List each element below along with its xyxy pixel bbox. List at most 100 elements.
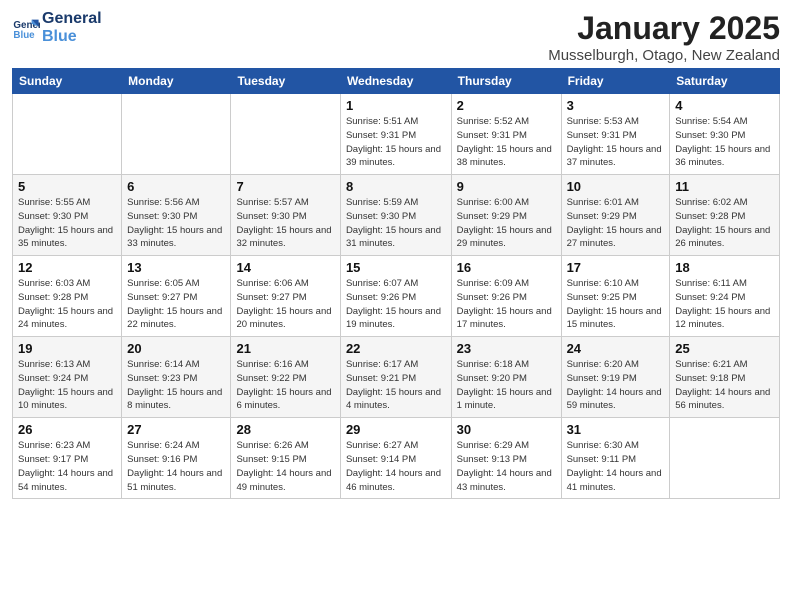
day-number: 14 [236,260,334,275]
day-number: 13 [127,260,225,275]
day-number: 19 [18,341,116,356]
day-number: 23 [457,341,556,356]
day-number: 15 [346,260,446,275]
table-row: 18 Sunrise: 6:11 AM Sunset: 9:24 PM Dayli… [670,256,780,337]
day-info: Sunrise: 5:52 AM Sunset: 9:31 PM Dayligh… [457,115,556,170]
logo-line2: Blue [42,28,102,46]
day-number: 27 [127,422,225,437]
day-number: 20 [127,341,225,356]
day-info: Sunrise: 5:59 AM Sunset: 9:30 PM Dayligh… [346,196,446,251]
logo-line1: General [42,10,102,28]
table-row: 27 Sunrise: 6:24 AM Sunset: 9:16 PM Dayli… [122,418,231,499]
day-number: 7 [236,179,334,194]
header-wednesday: Wednesday [340,69,451,94]
day-info: Sunrise: 5:53 AM Sunset: 9:31 PM Dayligh… [567,115,665,170]
header-saturday: Saturday [670,69,780,94]
weekday-header-row: Sunday Monday Tuesday Wednesday Thursday… [13,69,780,94]
day-info: Sunrise: 5:54 AM Sunset: 9:30 PM Dayligh… [675,115,774,170]
table-row: 28 Sunrise: 6:26 AM Sunset: 9:15 PM Dayli… [231,418,340,499]
day-number: 10 [567,179,665,194]
week-row-5: 26 Sunrise: 6:23 AM Sunset: 9:17 PM Dayli… [13,418,780,499]
day-info: Sunrise: 6:10 AM Sunset: 9:25 PM Dayligh… [567,277,665,332]
day-number: 1 [346,98,446,113]
table-row: 17 Sunrise: 6:10 AM Sunset: 9:25 PM Dayli… [561,256,670,337]
day-info: Sunrise: 6:07 AM Sunset: 9:26 PM Dayligh… [346,277,446,332]
day-info: Sunrise: 6:20 AM Sunset: 9:19 PM Dayligh… [567,358,665,413]
table-row [231,94,340,175]
day-number: 16 [457,260,556,275]
table-row: 15 Sunrise: 6:07 AM Sunset: 9:26 PM Dayli… [340,256,451,337]
day-info: Sunrise: 6:24 AM Sunset: 9:16 PM Dayligh… [127,439,225,494]
day-number: 18 [675,260,774,275]
day-info: Sunrise: 6:16 AM Sunset: 9:22 PM Dayligh… [236,358,334,413]
week-row-1: 1 Sunrise: 5:51 AM Sunset: 9:31 PM Daylig… [13,94,780,175]
table-row: 6 Sunrise: 5:56 AM Sunset: 9:30 PM Daylig… [122,175,231,256]
day-info: Sunrise: 6:30 AM Sunset: 9:11 PM Dayligh… [567,439,665,494]
header-monday: Monday [122,69,231,94]
day-info: Sunrise: 6:13 AM Sunset: 9:24 PM Dayligh… [18,358,116,413]
day-number: 21 [236,341,334,356]
day-info: Sunrise: 6:23 AM Sunset: 9:17 PM Dayligh… [18,439,116,494]
day-number: 2 [457,98,556,113]
day-info: Sunrise: 6:03 AM Sunset: 9:28 PM Dayligh… [18,277,116,332]
day-info: Sunrise: 6:26 AM Sunset: 9:15 PM Dayligh… [236,439,334,494]
day-info: Sunrise: 6:17 AM Sunset: 9:21 PM Dayligh… [346,358,446,413]
week-row-2: 5Sunrise: 5:55 AM Sunset: 9:30 PM Daylig… [13,175,780,256]
day-info: Sunrise: 6:02 AM Sunset: 9:28 PM Dayligh… [675,196,774,251]
day-number: 26 [18,422,116,437]
table-row: 14 Sunrise: 6:06 AM Sunset: 9:27 PM Dayli… [231,256,340,337]
day-number: 3 [567,98,665,113]
day-info: Sunrise: 6:27 AM Sunset: 9:14 PM Dayligh… [346,439,446,494]
day-number: 25 [675,341,774,356]
table-row: 10 Sunrise: 6:01 AM Sunset: 9:29 PM Dayli… [561,175,670,256]
table-row [13,94,122,175]
table-row: 29Sunrise: 6:27 AM Sunset: 9:14 PM Dayli… [340,418,451,499]
table-row: 21 Sunrise: 6:16 AM Sunset: 9:22 PM Dayli… [231,337,340,418]
day-number: 9 [457,179,556,194]
day-info: Sunrise: 6:06 AM Sunset: 9:27 PM Dayligh… [236,277,334,332]
day-info: Sunrise: 5:57 AM Sunset: 9:30 PM Dayligh… [236,196,334,251]
day-info: Sunrise: 6:18 AM Sunset: 9:20 PM Dayligh… [457,358,556,413]
table-row: 30Sunrise: 6:29 AM Sunset: 9:13 PM Dayli… [451,418,561,499]
location: Musselburgh, Otago, New Zealand [548,47,780,64]
month-title: January 2025 [548,10,780,47]
header-friday: Friday [561,69,670,94]
day-number: 4 [675,98,774,113]
day-info: Sunrise: 6:29 AM Sunset: 9:13 PM Dayligh… [457,439,556,494]
table-row: 12Sunrise: 6:03 AM Sunset: 9:28 PM Dayli… [13,256,122,337]
table-row: 13Sunrise: 6:05 AM Sunset: 9:27 PM Dayli… [122,256,231,337]
day-info: Sunrise: 6:21 AM Sunset: 9:18 PM Dayligh… [675,358,774,413]
day-info: Sunrise: 5:51 AM Sunset: 9:31 PM Dayligh… [346,115,446,170]
table-row [670,418,780,499]
table-row: 23 Sunrise: 6:18 AM Sunset: 9:20 PM Dayli… [451,337,561,418]
day-number: 22 [346,341,446,356]
table-row: 4 Sunrise: 5:54 AM Sunset: 9:30 PM Daylig… [670,94,780,175]
table-row: 22 Sunrise: 6:17 AM Sunset: 9:21 PM Dayli… [340,337,451,418]
table-row: 26 Sunrise: 6:23 AM Sunset: 9:17 PM Dayli… [13,418,122,499]
day-number: 5 [18,179,116,194]
day-number: 6 [127,179,225,194]
day-info: Sunrise: 6:01 AM Sunset: 9:29 PM Dayligh… [567,196,665,251]
table-row: 9 Sunrise: 6:00 AM Sunset: 9:29 PM Daylig… [451,175,561,256]
day-number: 24 [567,341,665,356]
day-number: 11 [675,179,774,194]
svg-text:Blue: Blue [13,29,35,40]
day-info: Sunrise: 6:11 AM Sunset: 9:24 PM Dayligh… [675,277,774,332]
table-row: 19 Sunrise: 6:13 AM Sunset: 9:24 PM Dayli… [13,337,122,418]
day-info: Sunrise: 6:09 AM Sunset: 9:26 PM Dayligh… [457,277,556,332]
table-row: 3 Sunrise: 5:53 AM Sunset: 9:31 PM Daylig… [561,94,670,175]
table-row: 11 Sunrise: 6:02 AM Sunset: 9:28 PM Dayli… [670,175,780,256]
header-thursday: Thursday [451,69,561,94]
day-number: 17 [567,260,665,275]
day-number: 28 [236,422,334,437]
table-row: 20Sunrise: 6:14 AM Sunset: 9:23 PM Dayli… [122,337,231,418]
week-row-3: 12Sunrise: 6:03 AM Sunset: 9:28 PM Dayli… [13,256,780,337]
table-row: 31Sunrise: 6:30 AM Sunset: 9:11 PM Dayli… [561,418,670,499]
header-sunday: Sunday [13,69,122,94]
day-info: Sunrise: 5:56 AM Sunset: 9:30 PM Dayligh… [127,196,225,251]
day-number: 8 [346,179,446,194]
day-info: Sunrise: 6:00 AM Sunset: 9:29 PM Dayligh… [457,196,556,251]
logo: General Blue General Blue [12,10,102,45]
table-row: 7 Sunrise: 5:57 AM Sunset: 9:30 PM Daylig… [231,175,340,256]
table-row: 2 Sunrise: 5:52 AM Sunset: 9:31 PM Daylig… [451,94,561,175]
